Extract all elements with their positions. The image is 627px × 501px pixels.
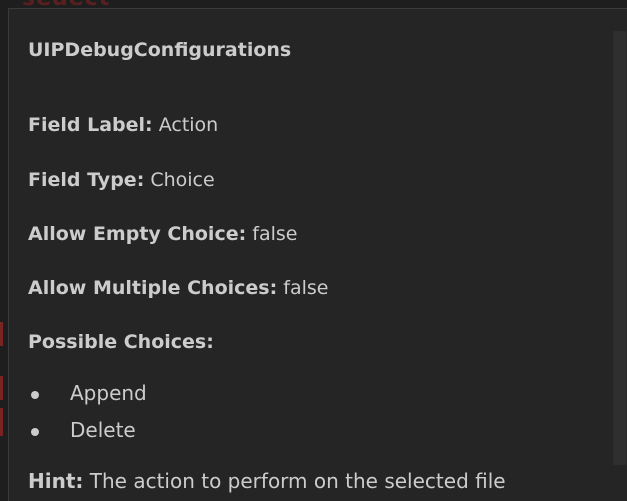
choice-label: Append [70, 381, 147, 405]
hint-line: Hint: The action to perform on the selec… [28, 469, 506, 493]
possible-choices-line: Possible Choices: [28, 331, 214, 353]
bullet-icon [31, 391, 39, 399]
allow-empty-choice-line: Allow Empty Choice: false [28, 223, 298, 245]
allow-multiple-choices-line: Allow Multiple Choices: false [28, 277, 329, 299]
field-type-line: Field Type: Choice [28, 169, 215, 191]
gutter-marker [0, 376, 3, 400]
choice-label: Delete [70, 418, 136, 442]
field-value: false [252, 223, 298, 245]
scrollbar[interactable] [613, 31, 627, 465]
field-name: Possible Choices [28, 331, 207, 353]
field-value: Action [158, 114, 219, 136]
field-name: Allow Multiple Choices [28, 277, 270, 299]
field-name: Field Label [28, 114, 146, 136]
field-value: Choice [150, 169, 215, 191]
hover-title: UIPDebugConfigurations [28, 39, 292, 61]
hint-text: The action to perform on the selected fi… [89, 469, 506, 493]
field-name: Field Type [28, 169, 137, 191]
gutter-marker [0, 408, 3, 436]
field-name: Allow Empty Choice [28, 223, 239, 245]
gutter-marker [0, 322, 3, 346]
hint-label: Hint [28, 469, 76, 493]
field-label-line: Field Label: Action [28, 114, 219, 136]
scrollbar-thumb[interactable] [614, 31, 626, 465]
bullet-icon [31, 428, 39, 436]
hover-tooltip: UIPDebugConfigurations Field Label: Acti… [8, 8, 627, 501]
background-code-fragment: sedect [22, 0, 110, 8]
field-value: false [283, 277, 329, 299]
